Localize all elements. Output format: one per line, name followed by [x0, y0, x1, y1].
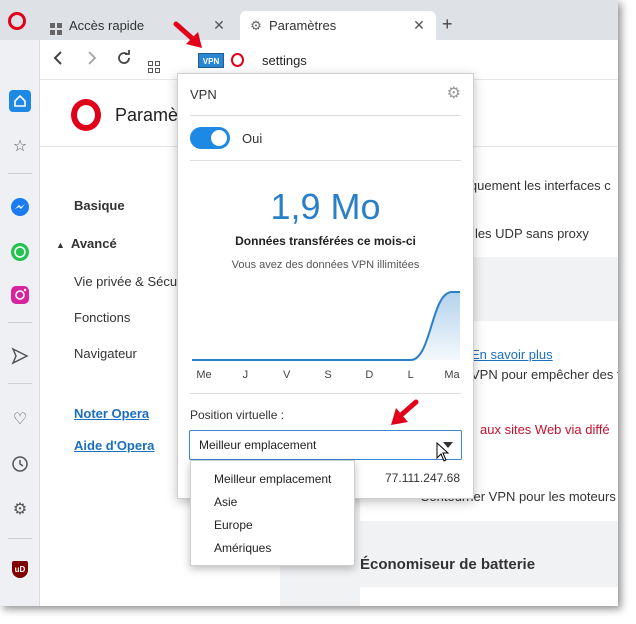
chart-tick-label: D [365, 369, 374, 381]
chart-tick-label: J [242, 369, 249, 381]
opera-help-link[interactable]: Aide d'Opera [74, 438, 154, 453]
sidebar-divider [8, 383, 32, 384]
select-value: Meilleur emplacement [199, 438, 317, 452]
dropdown-option[interactable]: Amériques [214, 541, 271, 555]
browser-window: Accès rapide ✕ ⚙ Paramètres ✕ + VPN sett… [0, 0, 618, 606]
data-amount: 1,9 Mo [270, 186, 381, 227]
star-icon[interactable]: ☆ [9, 135, 31, 157]
nav-privacy[interactable]: Vie privée & Sécu [74, 274, 177, 289]
dropdown-option[interactable]: Meilleur emplacement [214, 472, 331, 486]
annotation-arrow-icon [173, 21, 202, 48]
tab-grid-icon[interactable] [148, 53, 160, 73]
sidebar-divider [8, 173, 32, 174]
toggle-knob [211, 130, 227, 146]
page-title: Paramèt [115, 105, 184, 125]
nav-basic[interactable]: Basique [74, 198, 125, 213]
tab-speed-dial[interactable]: Accès rapide ✕ [40, 11, 236, 40]
messenger-icon[interactable] [9, 196, 31, 218]
back-icon[interactable] [52, 50, 64, 71]
tab-title: Paramètres [269, 18, 337, 33]
dropdown-option[interactable]: Europe [214, 518, 253, 532]
grid-icon [49, 16, 63, 35]
divider [190, 115, 461, 116]
sidebar: ☆ ♡ ⚙ uD [0, 40, 40, 606]
tab-settings[interactable]: ⚙ Paramètres ✕ [240, 11, 436, 40]
opera-menu-icon[interactable] [8, 12, 26, 30]
home-icon[interactable] [9, 90, 31, 112]
gear-icon[interactable]: ⚙ [447, 83, 461, 103]
virtual-position-label: Position virtuelle : [190, 408, 285, 422]
opera-logo [71, 99, 101, 131]
chart-tick-label: L [407, 369, 414, 381]
rate-opera-link[interactable]: Noter Opera [74, 406, 149, 421]
opera-site-icon [231, 53, 244, 67]
divider [190, 393, 461, 394]
usage-chart [192, 291, 460, 361]
address-text[interactable]: settings [262, 53, 307, 68]
reload-icon[interactable] [116, 50, 132, 71]
setting-warning-text: aux sites Web via diffé [480, 422, 610, 437]
vpn-badge-button[interactable]: VPN [198, 53, 224, 68]
nav-advanced[interactable]: ▲ Avancé [56, 236, 117, 251]
chart-tick-label: V [282, 369, 291, 381]
chart-x-axis: Me J V S D L Ma [192, 369, 460, 383]
instagram-icon[interactable] [9, 284, 31, 306]
close-icon[interactable]: ✕ [410, 17, 428, 34]
annotation-arrow-icon [391, 399, 419, 425]
battery-saver-title: Économiseur de batterie [360, 556, 536, 573]
setting-text: VPN pour empêcher des t [471, 367, 618, 382]
send-icon[interactable] [9, 345, 31, 367]
ublock-label: uD [12, 560, 28, 578]
settings-card [360, 587, 618, 606]
vpn-toggle-label: Oui [242, 131, 263, 146]
gear-icon[interactable]: ⚙ [9, 498, 31, 520]
data-caption: Données transférées ce mois-ci [235, 234, 416, 248]
setting-text: r les UDP sans proxy [467, 226, 589, 241]
chart-line [192, 291, 460, 361]
data-subcaption: Vous avez des données VPN illimitées [231, 259, 420, 271]
chart-area [192, 292, 460, 360]
chart-tick-label: Me [196, 369, 212, 381]
dropdown-option[interactable]: Asie [214, 495, 237, 509]
gear-icon: ⚙ [250, 17, 262, 33]
new-tab-button[interactable]: + [442, 14, 453, 35]
mouse-cursor-icon [436, 442, 450, 462]
sidebar-divider [8, 322, 32, 323]
whatsapp-icon[interactable] [9, 241, 31, 263]
nav-advanced-label: Avancé [70, 236, 117, 251]
clock-icon[interactable] [9, 453, 31, 475]
tab-strip: Accès rapide ✕ ⚙ Paramètres ✕ + [0, 0, 618, 40]
divider [190, 160, 461, 161]
nav-browser[interactable]: Navigateur [74, 346, 137, 361]
setting-text: iquement les interfaces c [467, 178, 611, 193]
ip-address: 77.111.247.68 [385, 471, 460, 485]
learn-more-link[interactable]: En savoir plus [471, 347, 553, 362]
chart-tick-label: S [324, 369, 332, 381]
location-select[interactable]: Meilleur emplacement [189, 430, 462, 460]
heart-icon[interactable]: ♡ [9, 408, 31, 430]
sidebar-divider [8, 538, 32, 539]
caret-up-icon: ▲ [56, 240, 65, 250]
location-dropdown: Meilleur emplacement Asie Europe Amériqu… [190, 460, 355, 566]
vpn-popup-title: VPN [190, 87, 217, 102]
forward-icon[interactable] [86, 50, 98, 71]
vpn-popup: VPN ⚙ Oui 1,9 Mo Données transférées ce … [177, 73, 474, 499]
ublock-icon[interactable]: uD [9, 558, 31, 580]
nav-features[interactable]: Fonctions [74, 310, 130, 325]
chart-tick-label: Ma [444, 369, 460, 381]
close-icon[interactable]: ✕ [210, 17, 228, 34]
vpn-toggle[interactable] [190, 127, 230, 149]
